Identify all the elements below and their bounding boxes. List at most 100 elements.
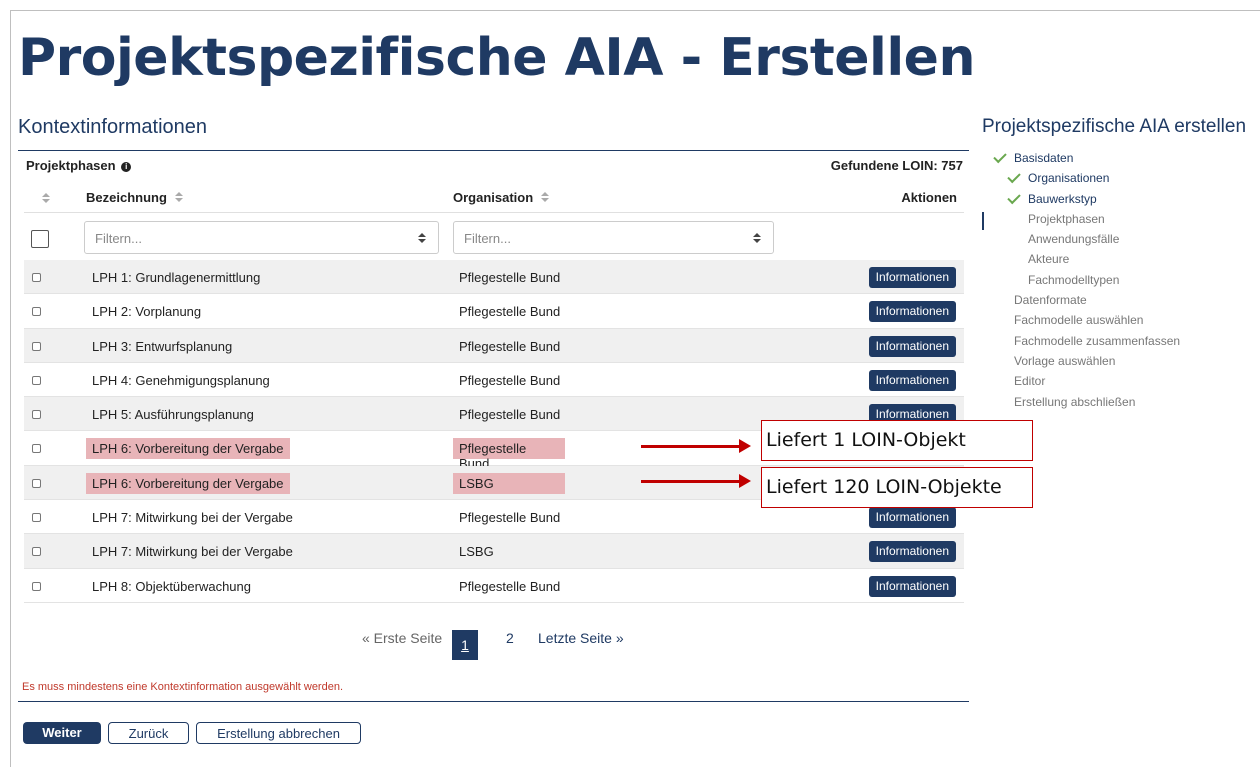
- row-bezeichnung: LPH 2: Vorplanung: [92, 304, 202, 320]
- informationen-button[interactable]: Informationen: [868, 369, 956, 391]
- wizard-step-label: Datenformate: [1014, 293, 1087, 308]
- pagination-last-link[interactable]: Letzte Seite »: [538, 630, 624, 646]
- row-organisation: Pflegestelle Bund: [459, 270, 561, 285]
- section-divider: [18, 150, 969, 151]
- sort-icon[interactable]: [540, 192, 549, 203]
- informationen-button[interactable]: Informationen: [868, 541, 956, 563]
- row-checkbox[interactable]: [32, 547, 41, 557]
- row-bezeichnung: LPH 8: Objektüberwachung: [92, 578, 251, 594]
- row-organisation: Pflegestelle Bund: [459, 338, 561, 354]
- wizard-step-fachmodelltypen[interactable]: Fachmodelltypen: [992, 273, 1180, 293]
- row-organisation: Pflegestelle Bund: [459, 372, 561, 388]
- wizard-step-fachmodelle-zusammenfassen[interactable]: Fachmodelle zusammenfassen: [992, 334, 1180, 354]
- select-caret-icon: [418, 233, 426, 244]
- row-organisation: Pflegestelle Bund: [459, 407, 561, 423]
- frame-border-left: [10, 10, 11, 767]
- wizard-step-label: Erstellung abschließen: [1014, 394, 1136, 409]
- info-icon[interactable]: i: [121, 162, 132, 172]
- row-bezeichnung: LPH 3: Entwurfsplanung: [92, 338, 233, 354]
- row-bezeichnung: LPH 7: Mitwirkung bei der Vergabe: [92, 544, 293, 560]
- zurueck-button[interactable]: Zurück: [108, 722, 189, 744]
- phases-label: Projektphasen i: [26, 158, 132, 173]
- row-bezeichnung: LPH 1: Grundlagenermittlung: [92, 270, 261, 285]
- wizard-step-label: Akteure: [1028, 252, 1070, 267]
- wizard-step-vorlage-auswaehlen[interactable]: Vorlage auswählen: [992, 354, 1180, 374]
- row-checkbox[interactable]: [32, 410, 41, 420]
- abbrechen-button[interactable]: Erstellung abbrechen: [196, 722, 361, 744]
- table-row[interactable]: LPH 4: Genehmigungsplanung Pflegestelle …: [24, 363, 964, 398]
- column-header-bezeichnung-label: Bezeichnung: [86, 190, 167, 205]
- wizard-step-label: Organisationen: [1028, 171, 1110, 186]
- frame-border-top: [10, 10, 1260, 11]
- page-title: Projektspezifische AIA - Erstellen: [18, 28, 975, 88]
- validation-error: Es muss mindestens eine Kontextinformati…: [22, 681, 344, 693]
- wizard-step-datenformate[interactable]: Datenformate: [992, 293, 1180, 313]
- row-checkbox[interactable]: [32, 478, 41, 488]
- row-bezeichnung: LPH 7: Mitwirkung bei der Vergabe: [92, 510, 293, 526]
- pagination-first-link[interactable]: « Erste Seite: [362, 630, 442, 646]
- row-organisation-highlighted: LSBG: [453, 472, 565, 494]
- row-checkbox[interactable]: [32, 581, 41, 591]
- check-icon: [993, 149, 1007, 164]
- wizard-step-anwendungsfaelle[interactable]: Anwendungsfälle: [992, 232, 1180, 252]
- informationen-button[interactable]: Informationen: [868, 301, 956, 323]
- section-title: Kontextinformationen: [18, 116, 208, 138]
- wizard-step-fachmodelle-auswaehlen[interactable]: Fachmodelle auswählen: [992, 313, 1180, 333]
- wizard-step-bauwerkstyp[interactable]: Bauwerkstyp: [992, 190, 1180, 212]
- table-row[interactable]: LPH 2: Vorplanung Pflegestelle Bund Info…: [24, 294, 964, 329]
- row-checkbox[interactable]: [32, 513, 41, 523]
- row-bezeichnung-highlighted: LPH 6: Vorbereitung der Vergabe: [86, 438, 290, 460]
- wizard-step-label: Vorlage auswählen: [1014, 353, 1116, 368]
- row-checkbox[interactable]: [32, 444, 41, 454]
- wizard-step-label: Anwendungsfälle: [1028, 232, 1120, 247]
- sort-icon[interactable]: [42, 193, 50, 204]
- header-divider: [24, 212, 964, 213]
- row-bezeichnung: LPH 4: Genehmigungsplanung: [92, 372, 270, 388]
- informationen-button[interactable]: Informationen: [868, 267, 956, 288]
- wizard-step-akteure[interactable]: Akteure: [992, 252, 1180, 272]
- wizard-step-label: Projektphasen: [1028, 211, 1105, 226]
- pagination-current-page[interactable]: 1: [452, 630, 478, 660]
- wizard-step-editor[interactable]: Editor: [992, 374, 1180, 394]
- wizard-step-organisationen[interactable]: Organisationen: [992, 170, 1180, 191]
- filter-organisation-select[interactable]: Filtern...: [453, 221, 774, 254]
- wizard-step-label: Editor: [1014, 374, 1046, 389]
- row-bezeichnung-highlighted: LPH 6: Vorbereitung der Vergabe: [86, 472, 290, 494]
- annotation-arrow: [641, 474, 751, 488]
- row-checkbox[interactable]: [32, 375, 41, 385]
- informationen-button[interactable]: Informationen: [868, 335, 956, 357]
- wizard-step-basisdaten[interactable]: Basisdaten: [992, 149, 1180, 171]
- check-icon: [1007, 170, 1021, 184]
- row-checkbox[interactable]: [32, 341, 41, 351]
- wizard-step-label: Fachmodelltypen: [1028, 272, 1120, 287]
- table-row[interactable]: LPH 1: Grundlagenermittlung Pflegestelle…: [24, 260, 964, 295]
- filter-bezeichnung-select[interactable]: Filtern...: [84, 221, 439, 254]
- check-icon: [1007, 190, 1021, 204]
- pagination-page-link[interactable]: 2: [506, 630, 514, 646]
- filter-bezeichnung-placeholder: Filtern...: [95, 231, 142, 246]
- select-caret-icon: [753, 233, 761, 244]
- row-checkbox[interactable]: [32, 307, 41, 317]
- column-header-organisation-label: Organisation: [453, 190, 534, 205]
- weiter-button[interactable]: Weiter: [23, 722, 101, 744]
- column-header-organisation[interactable]: Organisation: [453, 190, 549, 205]
- table-row[interactable]: LPH 7: Mitwirkung bei der Vergabe LSBG I…: [24, 534, 964, 569]
- table-row[interactable]: LPH 8: Objektüberwachung Pflegestelle Bu…: [24, 569, 964, 603]
- column-header-aktionen: Aktionen: [901, 190, 957, 205]
- column-header-bezeichnung[interactable]: Bezeichnung: [86, 190, 183, 205]
- current-step-marker: [982, 212, 984, 230]
- select-all-checkbox[interactable]: [31, 230, 49, 248]
- found-loin-count: Gefundene LOIN: 757: [830, 158, 963, 173]
- footer-divider: [18, 701, 969, 702]
- table-row[interactable]: LPH 3: Entwurfsplanung Pflegestelle Bund…: [24, 328, 964, 363]
- informationen-button[interactable]: Informationen: [868, 507, 956, 529]
- wizard-title: Projektspezifische AIA erstellen: [982, 116, 1247, 137]
- wizard-step-label: Fachmodelle zusammenfassen: [1014, 333, 1181, 348]
- wizard-step-erstellung-abschliessen[interactable]: Erstellung abschließen: [992, 395, 1180, 415]
- wizard-steps: Basisdaten Organisationen Bauwerkstyp Pr…: [992, 149, 1180, 415]
- informationen-button[interactable]: Informationen: [868, 575, 956, 597]
- row-checkbox[interactable]: [32, 273, 41, 282]
- sort-icon[interactable]: [174, 192, 183, 203]
- wizard-step-projektphasen[interactable]: Projektphasen: [992, 212, 1180, 232]
- row-organisation: Pflegestelle Bund: [459, 510, 561, 526]
